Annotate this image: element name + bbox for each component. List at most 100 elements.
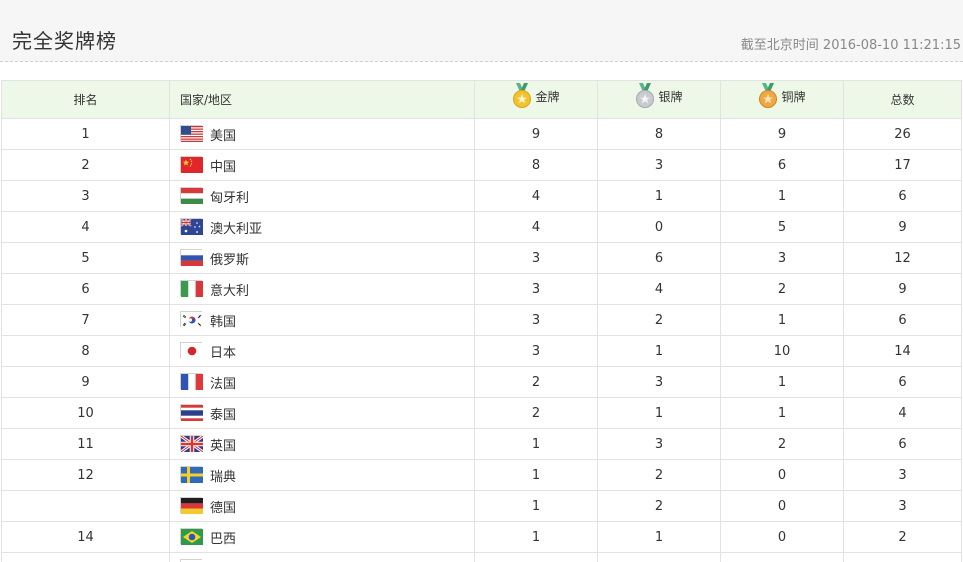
- country-name[interactable]: 德国: [210, 501, 236, 516]
- silver-header-label: 银牌: [658, 89, 683, 104]
- country-name[interactable]: 澳大利亚: [210, 222, 262, 237]
- total-count-cell: [843, 552, 962, 562]
- medal-table-wrapper: 排名 国家/地区 金牌 银牌 铜牌 总数 1 美国 9 8 9 26 2 中国 …: [1, 80, 962, 562]
- total-count-cell: 12: [843, 242, 962, 274]
- bronze-count-cell: 1: [720, 180, 844, 212]
- silver-count-cell: 0: [597, 211, 721, 243]
- table-row[interactable]: 7 韩国 3 2 1 6: [1, 304, 962, 336]
- gb-flag-icon: [180, 434, 204, 454]
- table-row[interactable]: 9 法国 2 3 1 6: [1, 366, 962, 398]
- total-count-cell: 26: [843, 118, 962, 150]
- rank-cell: [1, 490, 170, 522]
- silver-count-cell: 8: [597, 118, 721, 150]
- bronze-column-header[interactable]: 铜牌: [720, 80, 844, 119]
- silver-count-cell: 1: [597, 397, 721, 429]
- gold-count-cell: 4: [474, 211, 598, 243]
- table-row[interactable]: 11 英国 1 3 2 6: [1, 428, 962, 460]
- de-flag-icon: [180, 497, 203, 514]
- table-row[interactable]: 14 巴西 1 1 0 2: [1, 521, 962, 553]
- gold-column-header[interactable]: 金牌: [474, 80, 598, 119]
- gold-count-cell: 3: [474, 335, 598, 367]
- table-row[interactable]: 1 美国 9 8 9 26: [1, 118, 962, 150]
- country-name[interactable]: 巴西: [210, 532, 236, 547]
- rank-column-header[interactable]: 排名: [1, 80, 170, 119]
- country-name[interactable]: 英国: [210, 439, 236, 454]
- us-flag-icon: [180, 125, 203, 142]
- table-row[interactable]: 12 瑞典 1 2 0 3: [1, 459, 962, 491]
- header-spacer: [0, 62, 963, 80]
- table-row[interactable]: 6 意大利 3 4 2 9: [1, 273, 962, 305]
- bronze-count-cell: [720, 552, 844, 562]
- country-name[interactable]: 意大利: [210, 284, 249, 299]
- rank-cell: 11: [1, 428, 170, 460]
- silver-count-cell: 3: [597, 149, 721, 181]
- gold-count-cell: [474, 552, 598, 562]
- rank-cell: 14: [1, 521, 170, 553]
- country-cell: 德国: [169, 490, 475, 522]
- table-row[interactable]: [1, 552, 962, 562]
- it-flag-icon: [180, 280, 203, 297]
- silver-count-cell: 2: [597, 490, 721, 522]
- silver-count-cell: 1: [597, 180, 721, 212]
- rank-cell: 4: [1, 211, 170, 243]
- silver-count-cell: 1: [597, 521, 721, 553]
- gold-count-cell: 4: [474, 180, 598, 212]
- gold-count-cell: 3: [474, 273, 598, 305]
- country-cell: 日本: [169, 335, 475, 367]
- total-count-cell: 2: [843, 521, 962, 553]
- th-flag-icon: [180, 404, 203, 421]
- silver-count-cell: [597, 552, 721, 562]
- rank-cell: 10: [1, 397, 170, 429]
- table-row[interactable]: 5 俄罗斯 3 6 3 12: [1, 242, 962, 274]
- bronze-count-cell: 5: [720, 211, 844, 243]
- rank-cell: 1: [1, 118, 170, 150]
- country-column-header[interactable]: 国家/地区: [169, 80, 475, 119]
- gold-header-label: 金牌: [535, 89, 560, 104]
- country-name[interactable]: 匈牙利: [210, 191, 249, 206]
- medal-table-page: 完全奖牌榜 截至北京时间 2016-08-10 11:21:15 排名 国家/地…: [0, 0, 963, 562]
- country-name[interactable]: 法国: [210, 377, 236, 392]
- table-row[interactable]: 8 日本 3 1 10 14: [1, 335, 962, 367]
- table-row[interactable]: 德国 1 2 0 3: [1, 490, 962, 522]
- rank-cell: 5: [1, 242, 170, 274]
- silver-header-group: 银牌: [635, 83, 683, 109]
- table-header-row: 排名 国家/地区 金牌 银牌 铜牌 总数: [1, 80, 962, 119]
- country-cell: 法国: [169, 366, 475, 398]
- bronze-count-cell: 0: [720, 459, 844, 491]
- country-name[interactable]: 泰国: [210, 408, 236, 423]
- country-name[interactable]: 美国: [210, 129, 236, 144]
- gold-medal-icon: [513, 83, 532, 108]
- country-name[interactable]: 日本: [210, 346, 236, 361]
- gold-count-cell: 8: [474, 149, 598, 181]
- medal-table: 排名 国家/地区 金牌 银牌 铜牌 总数 1 美国 9 8 9 26 2 中国 …: [1, 80, 962, 562]
- country-name[interactable]: 中国: [210, 160, 236, 175]
- gold-count-cell: 3: [474, 304, 598, 336]
- fr-flag-icon: [180, 373, 203, 390]
- table-row[interactable]: 3 匈牙利 4 1 1 6: [1, 180, 962, 212]
- table-header: 排名 国家/地区 金牌 银牌 铜牌 总数: [1, 80, 962, 119]
- silver-column-header[interactable]: 银牌: [597, 80, 721, 119]
- country-name[interactable]: 俄罗斯: [210, 253, 249, 268]
- country-cell: 澳大利亚: [169, 211, 475, 243]
- table-row[interactable]: 2 中国 8 3 6 17: [1, 149, 962, 181]
- country-name[interactable]: 韩国: [210, 315, 236, 330]
- total-count-cell: 4: [843, 397, 962, 429]
- total-count-cell: 9: [843, 211, 962, 243]
- gold-count-cell: 1: [474, 490, 598, 522]
- br-flag-icon: [180, 528, 203, 545]
- bronze-count-cell: 0: [720, 521, 844, 553]
- silver-count-cell: 3: [597, 428, 721, 460]
- bronze-count-cell: 6: [720, 149, 844, 181]
- table-row[interactable]: 10 泰国 2 1 1 4: [1, 397, 962, 429]
- total-column-header[interactable]: 总数: [843, 80, 962, 119]
- gold-count-cell: 2: [474, 397, 598, 429]
- total-count-cell: 17: [843, 149, 962, 181]
- country-name[interactable]: 瑞典: [210, 470, 236, 485]
- bronze-count-cell: 10: [720, 335, 844, 367]
- bronze-count-cell: 0: [720, 490, 844, 522]
- gold-count-cell: 1: [474, 459, 598, 491]
- total-count-cell: 3: [843, 490, 962, 522]
- table-row[interactable]: 4 澳大利亚 4 0 5 9: [1, 211, 962, 243]
- page-title: 完全奖牌榜: [12, 29, 117, 53]
- total-count-cell: 3: [843, 459, 962, 491]
